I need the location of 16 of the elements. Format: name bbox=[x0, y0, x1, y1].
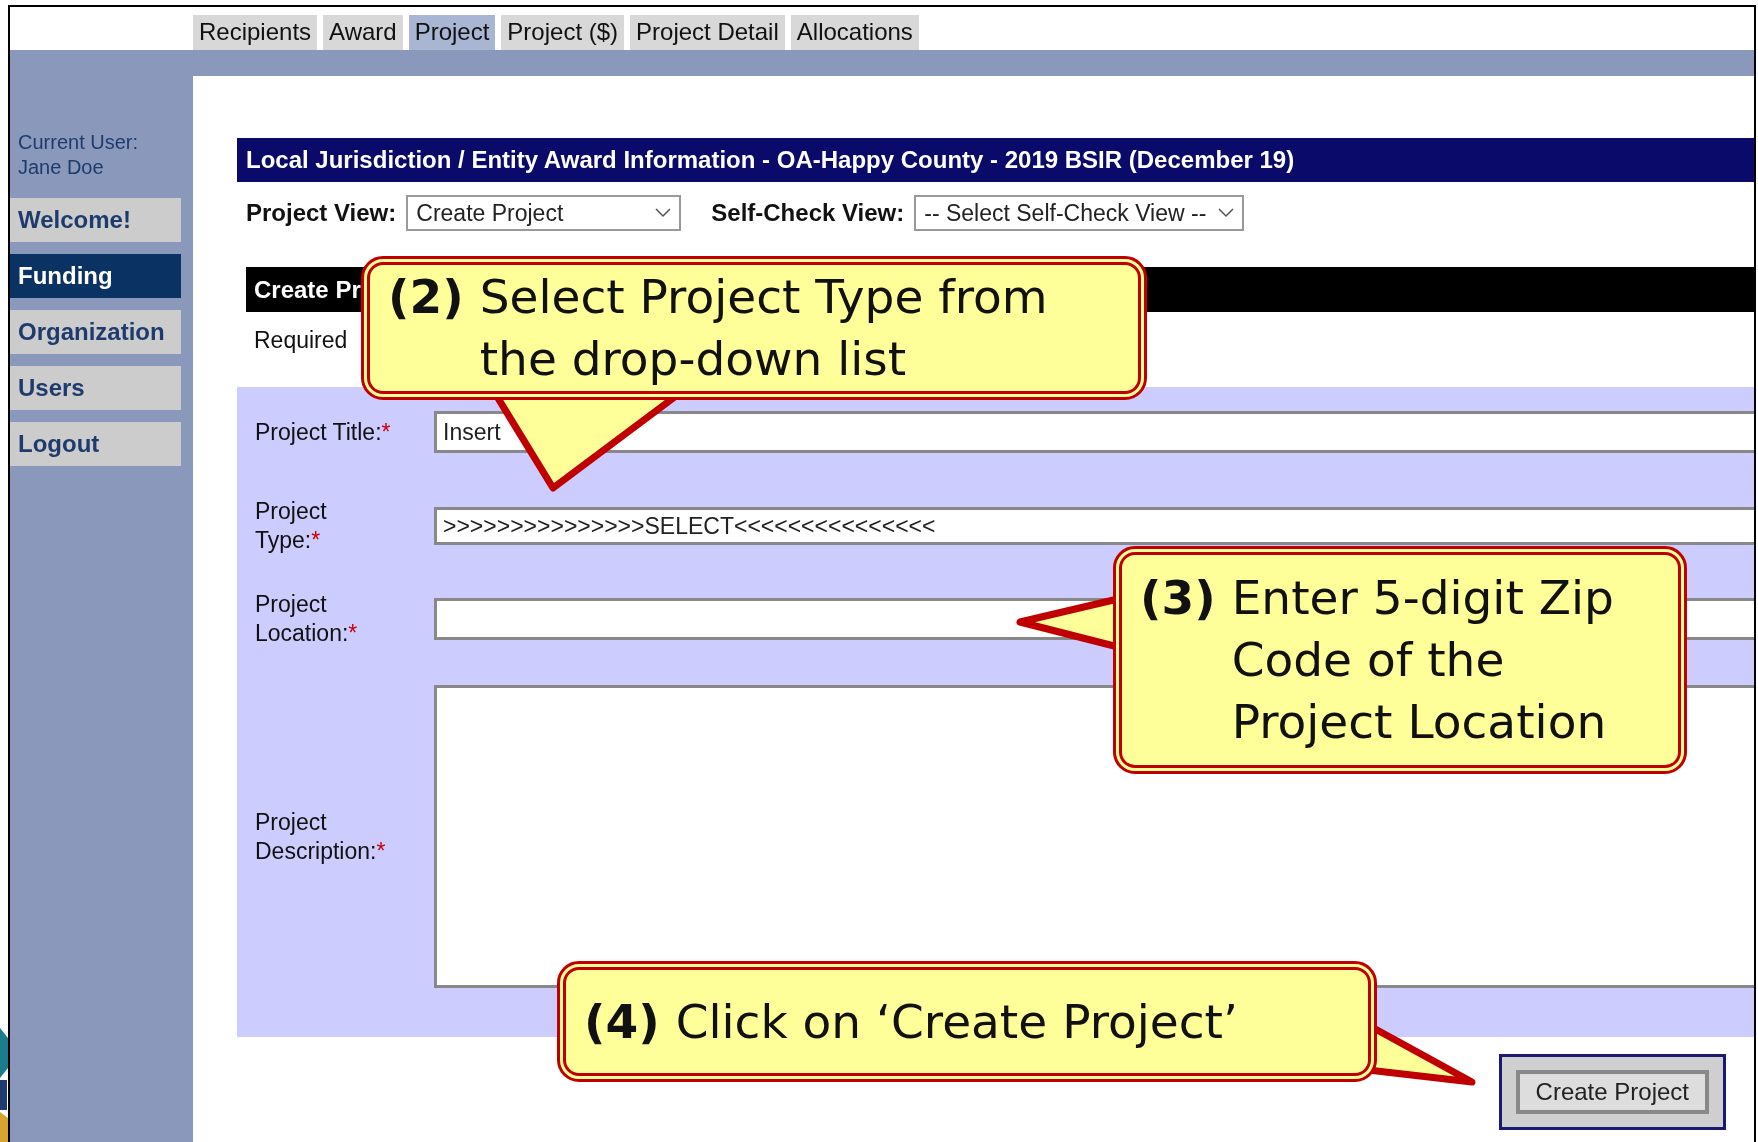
required-note: Required bbox=[254, 327, 349, 354]
callout-text-line: Click on ‘Create Project’ bbox=[675, 992, 1238, 1051]
callout-text-line: Code of the bbox=[1231, 631, 1506, 689]
field-label: Project Title:* bbox=[255, 417, 391, 447]
callout-text-line: Project Location bbox=[1231, 693, 1608, 751]
view-label: Self-Check View: bbox=[711, 199, 905, 227]
callout-text-line: Enter 5-digit Zip bbox=[1231, 569, 1614, 627]
view-label: Project View: bbox=[246, 199, 397, 227]
field-label: Project Location:* bbox=[255, 590, 359, 648]
field-label: Project Description:* bbox=[255, 807, 387, 866]
callout-text-line: the drop-down list bbox=[479, 330, 908, 388]
callout-step-number: (4) bbox=[584, 992, 660, 1051]
field-label: Project Type:* bbox=[255, 497, 328, 555]
award-header: Local Jurisdiction / Entity Award Information - OA-Happy County - 2019 BSIR (December 19) bbox=[237, 138, 1754, 182]
callout-step-number: (3) bbox=[1140, 569, 1216, 627]
current-user-text: Current User: Jane Doe bbox=[17, 130, 140, 180]
